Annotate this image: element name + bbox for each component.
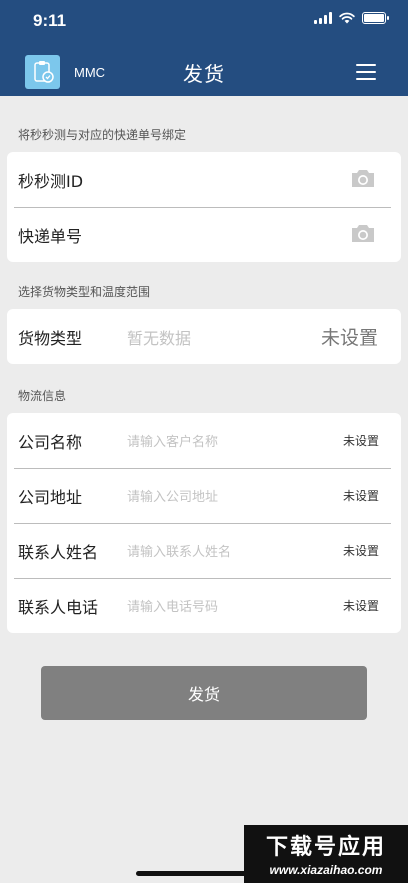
battery-icon (362, 12, 389, 24)
bind-section-label: 将秒秒测与对应的快递单号绑定 (18, 128, 187, 142)
logistics-section-label: 物流信息 (18, 389, 67, 403)
device-id-row[interactable]: 秒秒测ID (7, 152, 401, 207)
company-name-status[interactable]: 未设置 (343, 432, 379, 449)
company-address-label: 公司地址 (18, 487, 83, 507)
page-title: 发货 (183, 62, 225, 86)
logistics-card: 公司名称 请输入客户名称 未设置 公司地址 请输入公司地址 未设置 联系人姓名 … (7, 413, 401, 633)
ship-button[interactable]: 发货 (41, 666, 367, 720)
device-id-label: 秒秒测ID (18, 171, 84, 191)
contact-phone-input[interactable]: 请输入电话号码 (127, 596, 218, 615)
tracking-number-row[interactable]: 快递单号 (7, 207, 401, 262)
company-address-status[interactable]: 未设置 (343, 487, 379, 504)
bind-card: 秒秒测ID 快递单号 (7, 152, 401, 262)
camera-icon[interactable] (350, 222, 376, 244)
cellular-signal-icon (314, 12, 332, 24)
company-name-row[interactable]: 公司名称 请输入客户名称 未设置 (7, 413, 401, 468)
menu-icon[interactable] (356, 64, 376, 80)
contact-phone-row[interactable]: 联系人电话 请输入电话号码 未设置 (7, 578, 401, 633)
contact-phone-label: 联系人电话 (18, 597, 99, 617)
contact-phone-status[interactable]: 未设置 (343, 597, 379, 614)
contact-name-label: 联系人姓名 (18, 542, 99, 562)
goods-type-status[interactable]: 未设置 (321, 323, 378, 350)
goods-type-label: 货物类型 (18, 328, 83, 348)
goods-card: 货物类型 暂无数据 未设置 (7, 309, 401, 364)
company-address-row[interactable]: 公司地址 请输入公司地址 未设置 (7, 468, 401, 523)
status-time: 9:11 (33, 11, 67, 30)
company-address-input[interactable]: 请输入公司地址 (127, 486, 218, 505)
contact-name-row[interactable]: 联系人姓名 请输入联系人姓名 未设置 (7, 523, 401, 578)
company-name-label: 公司名称 (18, 432, 83, 452)
contact-name-input[interactable]: 请输入联系人姓名 (127, 541, 231, 560)
wifi-icon (339, 12, 355, 24)
tracking-number-label: 快递单号 (18, 226, 83, 246)
goods-type-placeholder: 暂无数据 (127, 328, 192, 348)
contact-name-status[interactable]: 未设置 (343, 542, 379, 559)
watermark-url: www.xiazaihao.com (269, 863, 383, 877)
goods-type-row[interactable]: 货物类型 暂无数据 未设置 (7, 309, 401, 364)
company-name-input[interactable]: 请输入客户名称 (127, 431, 218, 450)
goods-section-label: 选择货物类型和温度范围 (18, 285, 151, 299)
camera-icon[interactable] (350, 167, 376, 189)
status-icons (314, 12, 389, 24)
watermark: 下载号应用 www.xiazaihao.com (244, 825, 408, 883)
watermark-title: 下载号应用 (265, 835, 386, 860)
top-bar: 9:11 MMC 发货 (0, 0, 408, 96)
